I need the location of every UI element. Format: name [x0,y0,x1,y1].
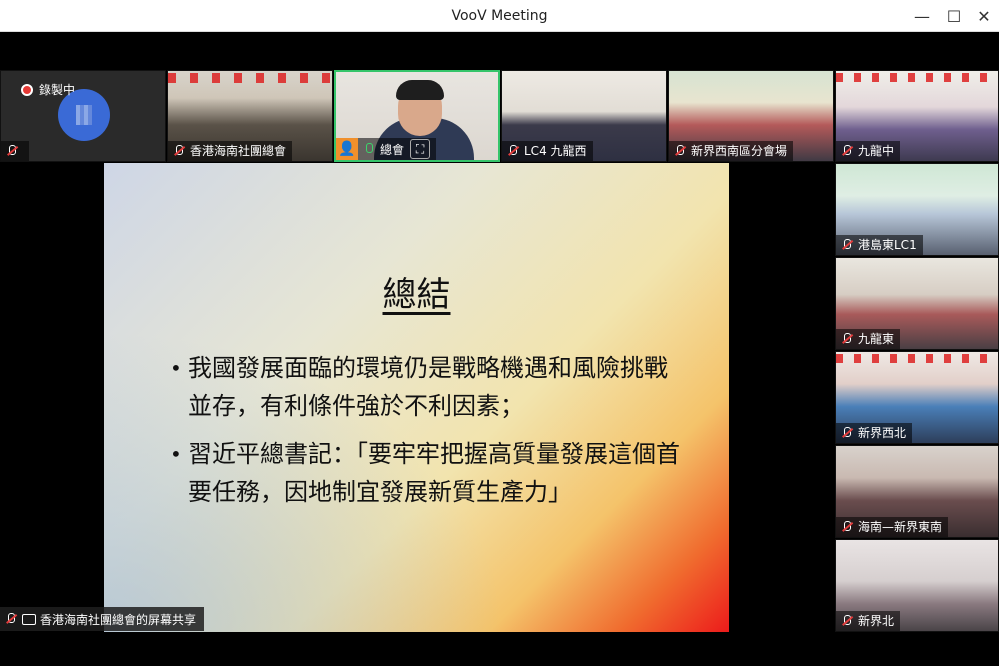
bullet-text: 我國發展面臨的環境仍是戰略機遇和風險挑戰並存，有利條件強於不利因素； [188,354,668,420]
participant-label: 港島東LC1 [836,235,923,255]
participant-tile[interactable]: 香港海南社團總會 [167,70,333,162]
mic-muted-icon [840,332,854,346]
window-title: VooV Meeting [451,8,548,24]
mic-muted-icon [172,144,186,158]
participant-name: 九龍東 [858,332,895,346]
screen-share-label: 香港海南社團總會的屏幕共享 [0,607,205,631]
mic-muted-icon [4,612,18,626]
bullet-text: 習近平總書記：「要牢牢把握高質量發展這個首要任務，因地制宜發展新質生產力」 [188,440,680,506]
participant-tile-self[interactable]: 錄製中 [0,70,166,162]
screen-share-icon [22,613,36,625]
slide-bullet: • 習近平總書記：「要牢牢把握高質量發展這個首要任務，因地制宜發展新質生產力」 [170,435,690,511]
participant-tile[interactable]: 新界北 [835,539,999,632]
mic-active-icon [362,142,376,156]
participant-tile[interactable]: LC4 九龍西 [501,70,667,162]
mic-muted-icon [840,144,854,158]
participant-tile[interactable]: 港島東LC1 [835,163,999,256]
participant-name: 新界西南區分會場 [691,144,788,158]
participant-label: 香港海南社團總會 [168,141,293,161]
participant-label: 👤 總會 ⛶ [336,138,437,160]
bullet-marker: • [170,356,182,380]
mic-muted-icon [840,614,854,628]
mic-muted-icon [5,144,19,158]
recording-label: 錄製中 [39,83,76,97]
mic-muted-icon [840,520,854,534]
participant-tile[interactable]: 海南—新界東南 [835,445,999,538]
record-icon [21,83,33,96]
participant-name: 港島東LC1 [858,238,917,252]
participant-name: 新界北 [858,614,895,628]
shared-screen: 總結 • 我國發展面臨的環境仍是戰略機遇和風險挑戰並存，有利條件強於不利因素； … [104,163,729,632]
participant-name: 九龍中 [858,144,895,158]
participant-tile[interactable]: 九龍中 [835,70,999,162]
participant-tile[interactable]: 新界西北 [835,351,999,444]
maximize-button[interactable]: ☐ [940,3,968,29]
participant-tile-speaking[interactable]: 👤 總會 ⛶ [334,70,500,162]
meeting-stage: 錄製中 香港海南社團總會 👤 總會 ⛶ LC4 九龍西 新界西南區分會場 九龍中… [0,33,999,666]
participant-name: 總會 [380,142,405,157]
slide-title: 總結 [382,275,451,315]
participant-name: 香港海南社團總會 [190,144,287,158]
participant-label: 新界西南區分會場 [669,141,794,161]
participant-label: 海南—新界東南 [836,517,949,537]
participant-name: 海南—新界東南 [858,520,943,534]
participant-label [1,141,29,161]
title-bar: VooV Meeting — ☐ ✕ [0,0,999,32]
minimize-button[interactable]: — [908,3,936,29]
close-button[interactable]: ✕ [970,3,998,29]
participant-name: LC4 九龍西 [524,144,587,158]
mic-muted-icon [840,238,854,252]
mic-muted-icon [840,426,854,440]
mic-muted-icon [673,144,687,158]
slide-bullet: • 我國發展面臨的環境仍是戰略機遇和風險挑戰並存，有利條件強於不利因素； [170,349,690,425]
bullet-marker: • [170,442,182,466]
participant-label: 九龍中 [836,141,901,161]
host-icon: 👤 [336,138,358,160]
mic-muted-icon [506,144,520,158]
screen-share-name: 香港海南社團總會的屏幕共享 [40,612,197,627]
recording-indicator: 錄製中 [21,81,75,98]
participant-label: 新界西北 [836,423,913,443]
participant-name: 新界西北 [858,426,907,440]
participant-tile[interactable]: 新界西南區分會場 [668,70,834,162]
participant-label: 新界北 [836,611,901,631]
participant-label: 九龍東 [836,329,901,349]
participant-label: LC4 九龍西 [502,141,593,161]
participant-tile[interactable]: 九龍東 [835,257,999,350]
focus-view-icon[interactable]: ⛶ [410,139,431,159]
